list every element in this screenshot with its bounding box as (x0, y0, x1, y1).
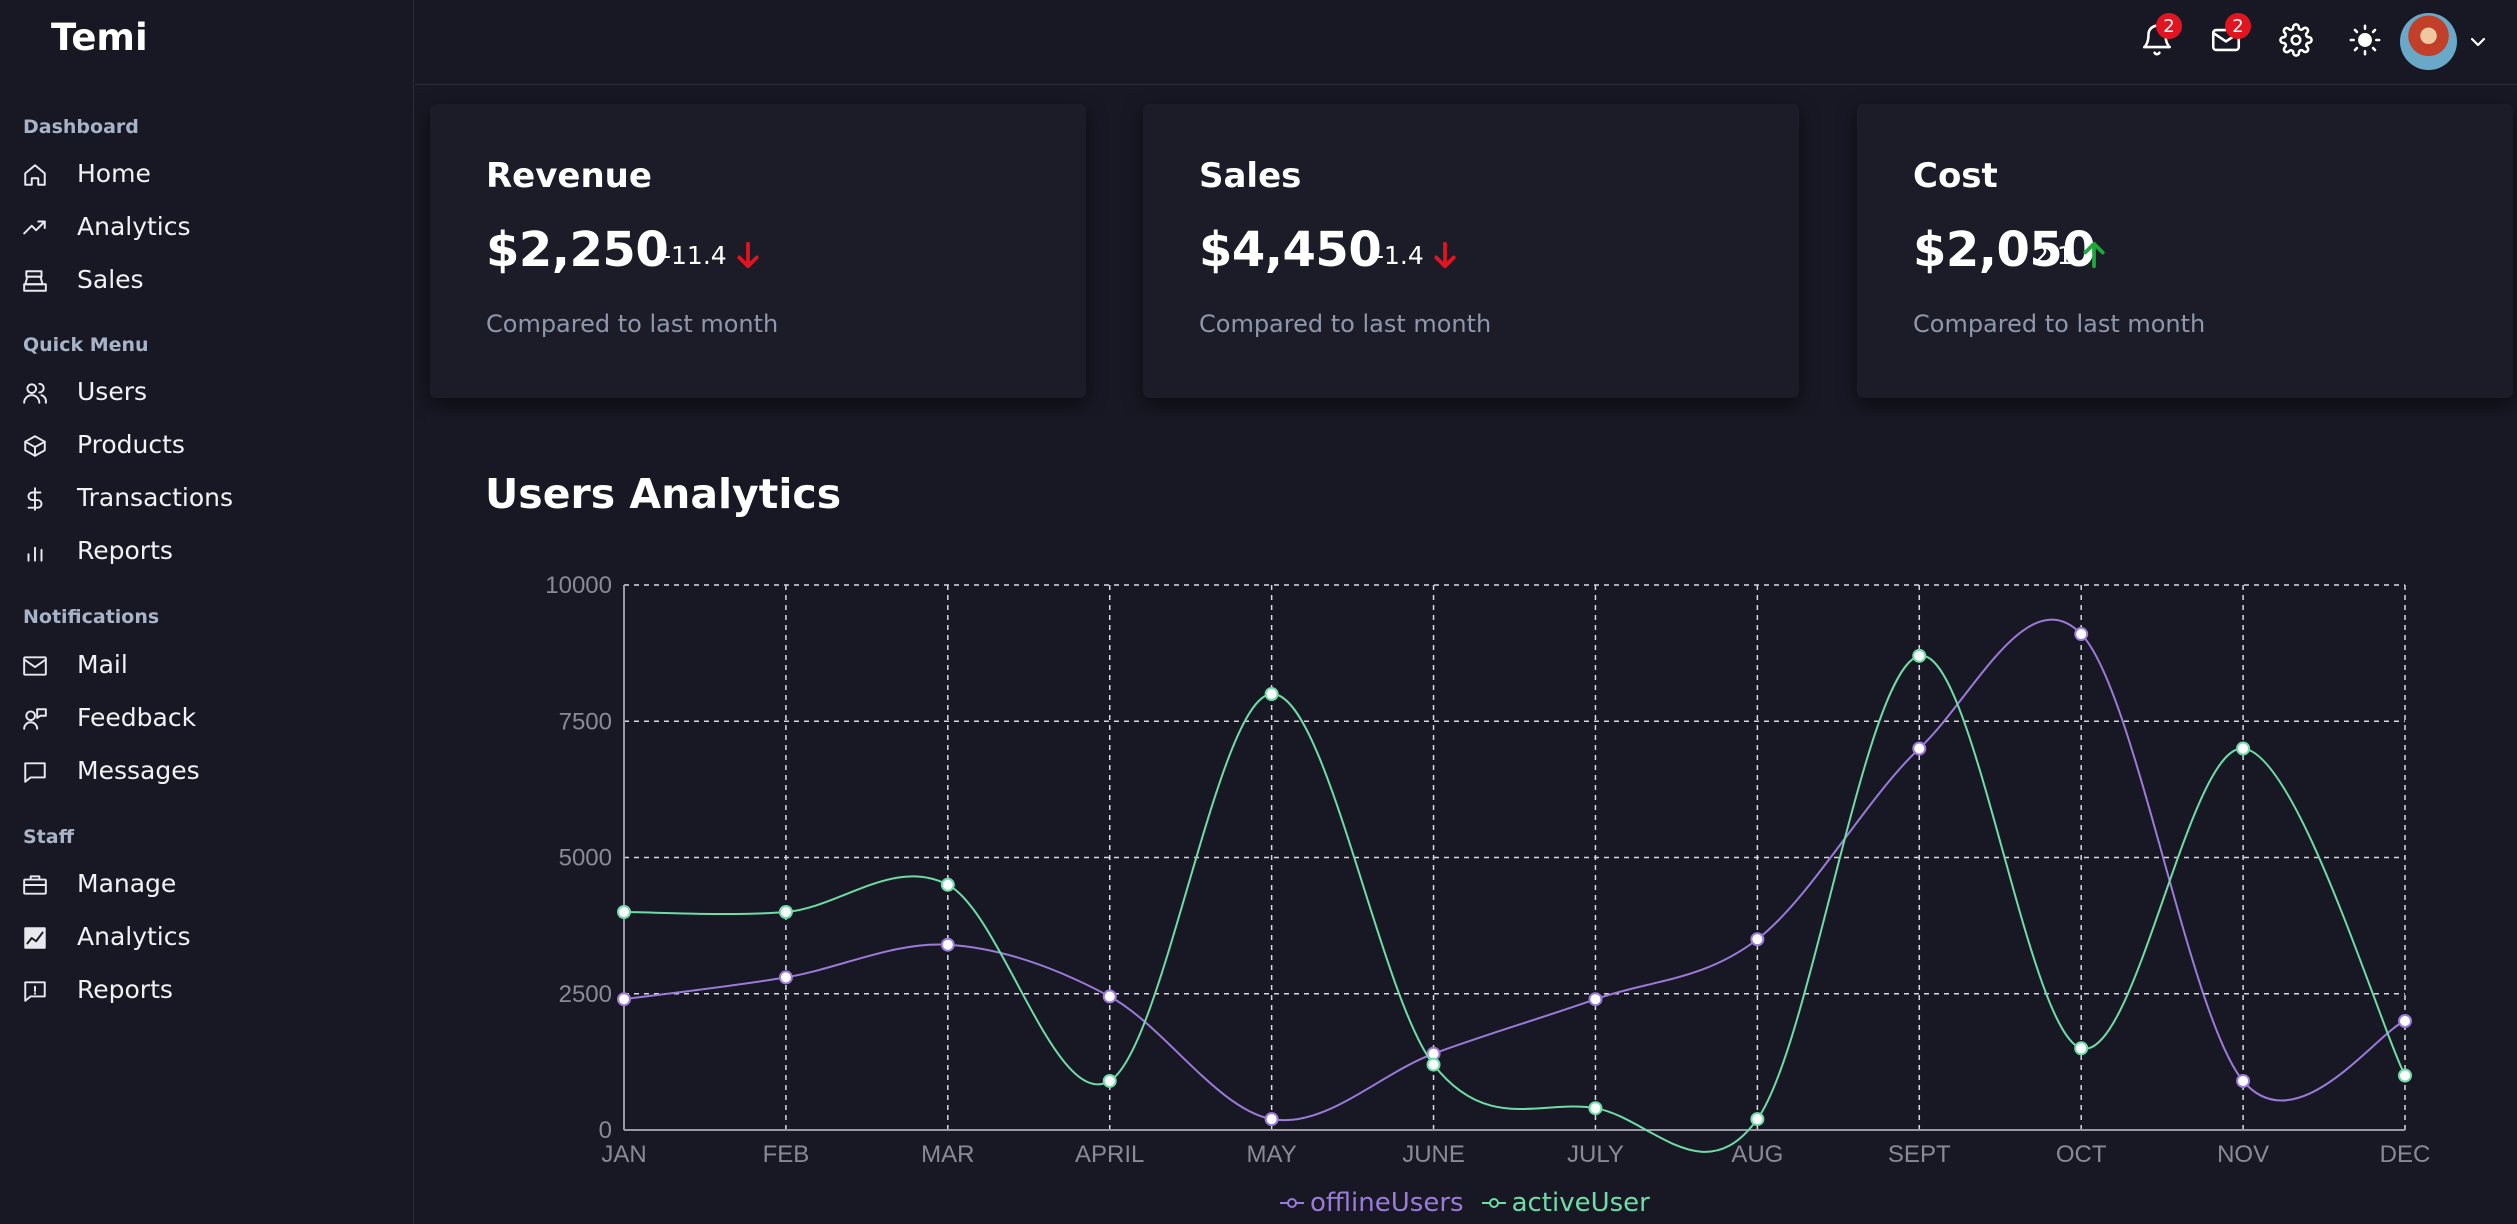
sidebar-item-transactions[interactable]: Transactions (0, 474, 410, 524)
report-icon (22, 978, 48, 1004)
mail-button[interactable]: 2 (2209, 13, 2251, 57)
sidebar-item-messages[interactable]: Messages (0, 747, 410, 797)
sidebar-item-label: Reports (77, 975, 173, 1004)
sidebar-item-label: Products (77, 430, 185, 459)
settings-button[interactable] (2279, 23, 2313, 57)
card-value: $2,250 (486, 222, 669, 278)
sidebar-item-label: Reports (77, 536, 173, 565)
analytics-chart-icon (22, 925, 48, 951)
card-subtitle: Compared to last month (1913, 310, 2206, 338)
card-title: Cost (1913, 156, 1998, 196)
trending-up-icon (22, 215, 48, 241)
sidebar-item-analytics[interactable]: Analytics (0, 913, 410, 963)
card-change: 2.1 (2033, 238, 2109, 272)
notifications-button[interactable]: 2 (2140, 13, 2182, 57)
sidebar-item-manage[interactable]: Manage (0, 860, 410, 910)
sidebar-item-label: Feedback (77, 703, 197, 732)
chevron-down-icon (2470, 37, 2486, 47)
sidebar-item-label: Users (77, 377, 148, 406)
app-logo[interactable]: Temi (51, 16, 148, 59)
arrow-down-icon (1434, 241, 1456, 269)
legend-item-activeUser[interactable]: activeUser (1481, 1188, 1650, 1218)
card-subtitle: Compared to last month (1199, 310, 1492, 338)
box-icon (22, 433, 48, 459)
sidebar-item-label: Transactions (77, 483, 234, 512)
card-change: -1.4 (1375, 238, 1460, 272)
sidebar-item-reports[interactable]: Reports (0, 527, 410, 577)
mail-icon (22, 653, 48, 679)
users-icon (22, 380, 48, 406)
arrow-down-icon (737, 241, 759, 269)
card-title: Revenue (486, 156, 652, 196)
sidebar-item-sales[interactable]: Sales (0, 256, 410, 306)
briefcase-icon (22, 872, 48, 898)
card-change-value: -1.4 (1375, 240, 1424, 270)
sun-icon (2349, 24, 2381, 56)
home-icon (22, 162, 48, 188)
sidebar-item-home[interactable]: Home (0, 150, 410, 200)
sidebar-item-reports[interactable]: Reports (0, 966, 410, 1016)
sidebar-item-label: Home (77, 159, 151, 188)
sidebar-section-title: Dashboard (23, 116, 139, 138)
dollar-icon (22, 486, 48, 512)
card-value: $4,450 (1199, 222, 1382, 278)
sidebar-item-label: Mail (77, 650, 128, 679)
chart-section (426, 416, 2517, 1224)
sidebar-item-mail[interactable]: Mail (0, 641, 410, 691)
sidebar-item-label: Analytics (77, 212, 191, 241)
card-change-value: -11.4 (662, 240, 727, 270)
sidebar-item-products[interactable]: Products (0, 421, 410, 471)
chart-legend: offlineUsers activeUser (1280, 1188, 1650, 1218)
bar-chart-icon (22, 539, 48, 565)
card-subtitle: Compared to last month (486, 310, 779, 338)
message-icon (22, 759, 48, 785)
card-change-value: 2.1 (2033, 240, 2073, 270)
sidebar-item-label: Sales (77, 265, 144, 294)
sidebar: Temi Dashboard Home Analytics Sales Quick Me… (0, 0, 414, 1224)
profile-menu-toggle[interactable] (2466, 30, 2490, 54)
legend-label: activeUser (1511, 1188, 1650, 1218)
legend-marker-icon (1481, 1198, 1506, 1208)
avatar[interactable] (2400, 13, 2457, 70)
sidebar-item-analytics[interactable]: Analytics (0, 203, 410, 253)
sidebar-section-title: Staff (23, 826, 74, 848)
stat-card-sales: Sales $4,450 -1.4 Compared to last month (1143, 104, 1799, 398)
stat-card-cost: Cost $2,050 2.1 Compared to last month (1857, 104, 2513, 398)
legend-marker-icon (1280, 1198, 1304, 1208)
sidebar-section-title: Notifications (23, 606, 160, 628)
stat-card-revenue: Revenue $2,250 -11.4 Compared to last month (430, 104, 1086, 398)
card-title: Sales (1199, 156, 1302, 196)
card-change: -11.4 (662, 238, 763, 272)
notifications-badge: 2 (2156, 13, 2182, 39)
chart-title: Users Analytics (485, 470, 842, 518)
sidebar-section-title: Quick Menu (23, 334, 149, 356)
arrow-up-icon (2083, 241, 2105, 269)
sidebar-item-label: Manage (77, 869, 177, 898)
feedback-icon (22, 706, 48, 732)
sidebar-item-label: Messages (77, 756, 200, 785)
legend-label: offlineUsers (1310, 1188, 1464, 1218)
mail-badge: 2 (2225, 13, 2251, 39)
sidebar-item-feedback[interactable]: Feedback (0, 694, 410, 744)
legend-item-offlineUsers[interactable]: offlineUsers (1280, 1188, 1464, 1218)
cash-register-icon (22, 268, 48, 294)
sidebar-item-label: Analytics (77, 922, 191, 951)
theme-toggle-button[interactable] (2348, 23, 2382, 57)
topbar (415, 0, 2517, 85)
gear-icon (2279, 23, 2313, 57)
sidebar-item-users[interactable]: Users (0, 368, 410, 418)
